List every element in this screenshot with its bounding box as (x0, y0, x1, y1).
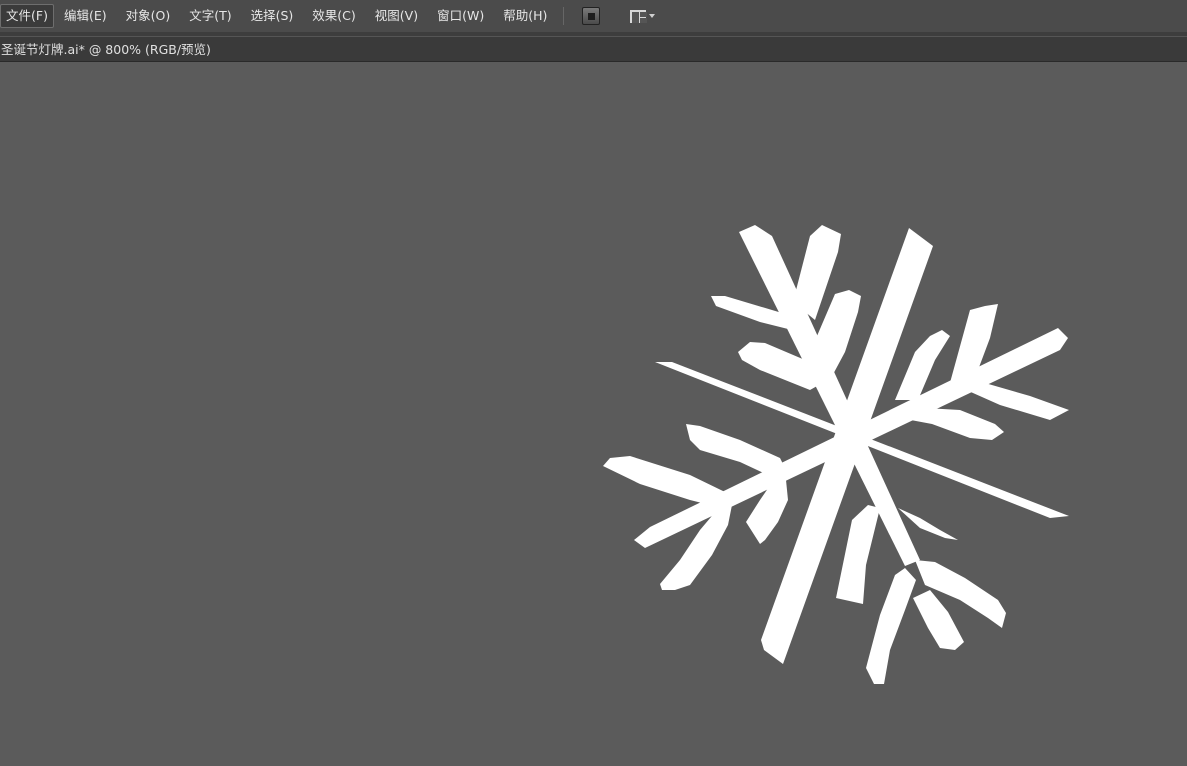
artboard-canvas[interactable] (0, 62, 1187, 766)
menu-file[interactable]: 文件(F) (0, 4, 54, 28)
menu-bar: 文件(F) 编辑(E) 对象(O) 文字(T) 选择(S) 效果(C) 视图(V… (0, 0, 1187, 32)
snowflake-shapes (603, 225, 1069, 684)
chevron-down-icon (649, 14, 656, 18)
snowflake-artwork[interactable] (0, 62, 1187, 766)
bridge-icon[interactable] (582, 7, 601, 25)
arrange-documents-icon (630, 9, 648, 23)
menu-separator (563, 7, 565, 25)
menu-edit[interactable]: 编辑(E) (55, 4, 116, 28)
menu-view[interactable]: 视图(V) (366, 4, 427, 28)
menu-type[interactable]: 文字(T) (180, 4, 240, 28)
menu-help[interactable]: 帮助(H) (494, 4, 556, 28)
menu-object[interactable]: 对象(O) (117, 4, 180, 28)
document-tab[interactable]: 圣诞节灯牌.ai* @ 800% (RGB/预览) (0, 37, 217, 62)
arrange-documents-button[interactable] (630, 9, 656, 23)
menu-select[interactable]: 选择(S) (242, 4, 303, 28)
menu-window[interactable]: 窗口(W) (428, 4, 493, 28)
document-tab-bar: 圣诞节灯牌.ai* @ 800% (RGB/预览) (0, 36, 1187, 62)
menu-effect[interactable]: 效果(C) (303, 4, 364, 28)
